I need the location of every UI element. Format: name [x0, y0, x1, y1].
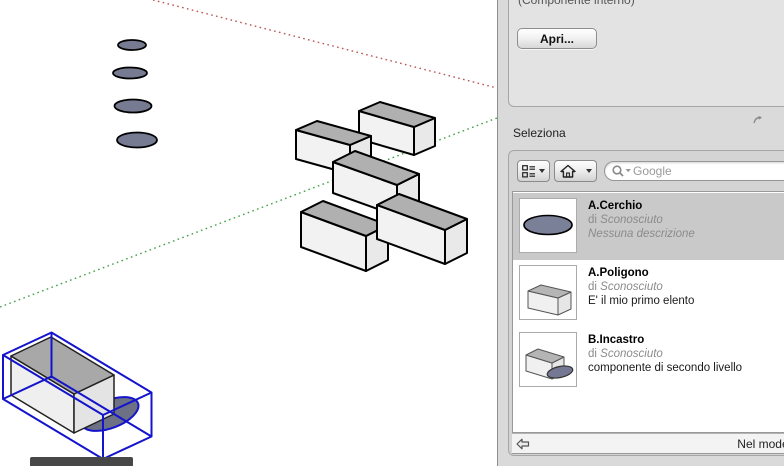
- component-author: di Sconosciuto: [588, 280, 694, 294]
- box-component[interactable]: [377, 194, 467, 264]
- selected-component[interactable]: [3, 333, 152, 460]
- circle-components[interactable]: [113, 40, 157, 148]
- select-section-label: Seleziona: [513, 126, 566, 140]
- box-components[interactable]: [296, 102, 467, 271]
- component-list[interactable]: A.Cerchio di Sconosciuto Nessuna descriz…: [512, 191, 784, 433]
- component-description: Nessuna descrizione: [588, 227, 695, 241]
- circle-component[interactable]: [117, 133, 157, 148]
- axis-lines: [0, 0, 497, 307]
- component-list-item[interactable]: B.Incastro di Sconosciuto componente di …: [513, 327, 784, 394]
- in-model-label: Nel modell: [737, 437, 784, 451]
- chevron-down-icon: [539, 169, 545, 173]
- view-options-button[interactable]: [517, 160, 550, 182]
- curved-arrow-icon[interactable]: [752, 113, 764, 125]
- components-panel: (Componente interno) Apri... Seleziona: [498, 0, 784, 466]
- component-list-item[interactable]: A.Cerchio di Sconosciuto Nessuna descriz…: [513, 193, 784, 260]
- component-description: E' il mio primo elento: [588, 294, 694, 308]
- component-thumbnail: [519, 198, 577, 253]
- component-info-label: (Componente interno): [518, 0, 635, 7]
- selected-box[interactable]: [11, 337, 114, 433]
- component-author: di Sconosciuto: [588, 347, 742, 361]
- open-button[interactable]: Apri...: [517, 28, 597, 49]
- bottom-dark-bar: [30, 457, 133, 466]
- list-footer-bar: Nel modell: [512, 433, 784, 454]
- component-thumbnail: [519, 332, 577, 387]
- chevron-down-icon: [586, 169, 592, 173]
- box-component[interactable]: [301, 201, 388, 271]
- grid-list-icon: [522, 165, 536, 178]
- home-icon: [560, 164, 576, 178]
- magnifier-icon[interactable]: [611, 164, 633, 178]
- home-dropdown-button[interactable]: [581, 160, 597, 182]
- component-list-item[interactable]: A.Poligono di Sconosciuto E' il mio prim…: [513, 260, 784, 327]
- search-field[interactable]: [604, 161, 784, 181]
- red-axis-dotted-line: [153, 0, 497, 88]
- component-author: di Sconosciuto: [588, 213, 695, 227]
- component-description: componente di secondo livello: [588, 361, 742, 375]
- circle-component[interactable]: [115, 100, 152, 113]
- circle-component[interactable]: [118, 40, 146, 50]
- component-info-section: (Componente interno) Apri...: [508, 0, 784, 107]
- component-name: A.Cerchio: [588, 199, 695, 213]
- circle-component[interactable]: [113, 68, 147, 79]
- search-input[interactable]: [633, 163, 784, 179]
- hollow-left-arrow-icon[interactable]: [516, 438, 530, 450]
- model-viewport[interactable]: [0, 0, 497, 466]
- chevron-down-icon: [626, 169, 632, 172]
- select-section: A.Cerchio di Sconosciuto Nessuna descriz…: [508, 150, 784, 456]
- home-button[interactable]: [554, 160, 582, 182]
- component-thumbnail: [519, 265, 577, 320]
- component-name: A.Poligono: [588, 266, 694, 280]
- component-name: B.Incastro: [588, 333, 742, 347]
